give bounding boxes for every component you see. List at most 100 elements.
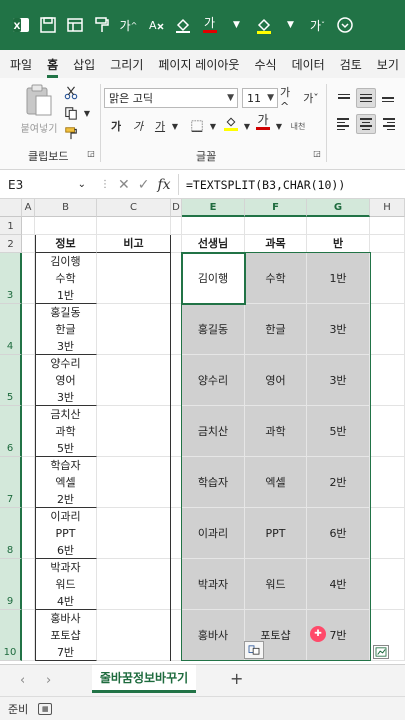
- cut-icon[interactable]: [62, 84, 80, 102]
- cell[interactable]: [22, 253, 35, 304]
- column-header-e[interactable]: E: [182, 199, 245, 217]
- cell[interactable]: [22, 235, 35, 253]
- cell[interactable]: [171, 355, 182, 406]
- cell[interactable]: [97, 217, 171, 235]
- tab-home[interactable]: 홈: [47, 52, 59, 78]
- header-cell-g[interactable]: 반: [307, 235, 370, 253]
- column-header-b[interactable]: B: [35, 199, 97, 217]
- spill-cell[interactable]: 김이행: [182, 253, 245, 304]
- cell[interactable]: [370, 304, 405, 355]
- insert-function-icon[interactable]: fx: [157, 177, 170, 193]
- cell[interactable]: [245, 217, 307, 235]
- cell[interactable]: [22, 508, 35, 559]
- format-cells-icon[interactable]: [62, 10, 87, 40]
- chevron-down-icon[interactable]: ▼: [278, 10, 303, 40]
- spill-cell[interactable]: 홍바사: [182, 610, 245, 661]
- align-middle-button[interactable]: [356, 88, 376, 108]
- spill-cell[interactable]: 1반: [307, 253, 370, 304]
- spill-cell[interactable]: 6반: [307, 508, 370, 559]
- spill-cell[interactable]: 이과리: [182, 508, 245, 559]
- cell[interactable]: [182, 217, 245, 235]
- sheet-tab-active[interactable]: 줄바꿈정보바꾸기: [92, 665, 196, 693]
- chevron-down-icon[interactable]: ▼: [204, 117, 222, 135]
- cell[interactable]: [171, 457, 182, 508]
- spill-cell[interactable]: 4반: [307, 559, 370, 610]
- tab-view[interactable]: 보기: [377, 52, 399, 77]
- cell[interactable]: [22, 217, 35, 235]
- next-sheet-icon[interactable]: ›: [46, 673, 51, 688]
- spill-cell[interactable]: PPT: [245, 508, 307, 559]
- row-header-6[interactable]: 6: [0, 406, 22, 457]
- font-color-icon[interactable]: 가: [197, 10, 222, 40]
- spill-cell[interactable]: 수학: [245, 253, 307, 304]
- column-header-c[interactable]: C: [97, 199, 171, 217]
- cell[interactable]: [370, 406, 405, 457]
- cancel-icon[interactable]: ✕: [118, 177, 130, 193]
- row-header-8[interactable]: 8: [0, 508, 22, 559]
- spill-cell[interactable]: 3반: [307, 304, 370, 355]
- row-header-9[interactable]: 9: [0, 559, 22, 610]
- cell[interactable]: [22, 304, 35, 355]
- select-all-corner[interactable]: [0, 199, 22, 217]
- dialog-launcher-icon[interactable]: ◲: [312, 148, 322, 158]
- tab-formulas[interactable]: 수식: [254, 52, 276, 77]
- cell[interactable]: [171, 559, 182, 610]
- grow-font-icon[interactable]: 가 ^: [116, 10, 141, 40]
- clear-format-icon[interactable]: A: [143, 10, 168, 40]
- spill-cell[interactable]: 학습자: [182, 457, 245, 508]
- format-painter-icon[interactable]: [62, 124, 80, 142]
- formula-input[interactable]: =TEXTSPLIT(B3,CHAR(10)): [186, 174, 345, 195]
- font-name-select[interactable]: 맑은 고딕 ▼: [104, 88, 238, 108]
- fill-color-icon[interactable]: [170, 10, 195, 40]
- cell[interactable]: [370, 217, 405, 235]
- worksheet-grid[interactable]: A B C D E F G H 1 2 3 4 5 6 7 8 9 10 정보 비고 선생님 과목 반 김이행 수학 1반 홍길…: [0, 199, 405, 664]
- cell[interactable]: [307, 217, 370, 235]
- cell[interactable]: [171, 610, 182, 661]
- tab-file[interactable]: 파일: [10, 52, 32, 77]
- row-header-5[interactable]: 5: [0, 355, 22, 406]
- header-cell-e[interactable]: 선생님: [182, 235, 245, 253]
- row-header-2[interactable]: 2: [0, 235, 22, 253]
- spill-cell[interactable]: 양수리: [182, 355, 245, 406]
- font-size-icon[interactable]: 가ˇ: [305, 10, 330, 40]
- cell[interactable]: [171, 217, 182, 235]
- spill-cell[interactable]: 2반: [307, 457, 370, 508]
- spill-cell[interactable]: 박과자: [182, 559, 245, 610]
- accessibility-icon[interactable]: ▦: [38, 702, 53, 715]
- spill-cell[interactable]: 5반: [307, 406, 370, 457]
- chevron-down-icon[interactable]: ▼: [224, 10, 249, 40]
- spill-cell[interactable]: 홍길동: [182, 304, 245, 355]
- save-icon[interactable]: [35, 10, 60, 40]
- cell[interactable]: [370, 559, 405, 610]
- cell[interactable]: [22, 406, 35, 457]
- align-left-button[interactable]: [334, 114, 354, 134]
- paste-button[interactable]: 붙여넣기: [14, 84, 64, 140]
- align-bottom-button[interactable]: [378, 88, 398, 108]
- paste-options-icon[interactable]: [244, 641, 264, 659]
- column-header-g[interactable]: G: [307, 199, 370, 217]
- highlight-color-icon[interactable]: [251, 10, 276, 40]
- phonetic-button[interactable]: 내천: [286, 116, 310, 136]
- row-header-3[interactable]: 3: [0, 253, 22, 304]
- align-center-button[interactable]: [356, 114, 376, 134]
- row-header-4[interactable]: 4: [0, 304, 22, 355]
- chevron-down-icon[interactable]: ▼: [166, 117, 184, 135]
- enter-icon[interactable]: ✓: [138, 177, 150, 193]
- row-header-1[interactable]: 1: [0, 217, 22, 235]
- row-header-10[interactable]: 10: [0, 610, 22, 661]
- tab-review[interactable]: 검토: [340, 52, 362, 77]
- tab-data[interactable]: 데이터: [292, 52, 325, 77]
- cell[interactable]: [171, 508, 182, 559]
- grow-font-button[interactable]: 가^: [280, 86, 298, 113]
- spill-cell[interactable]: 영어: [245, 355, 307, 406]
- cell[interactable]: [370, 235, 405, 253]
- cell[interactable]: [370, 457, 405, 508]
- more-icon[interactable]: [332, 10, 357, 40]
- align-top-button[interactable]: [334, 88, 354, 108]
- spill-cell[interactable]: 과학: [245, 406, 307, 457]
- header-cell-f[interactable]: 과목: [245, 235, 307, 253]
- italic-button[interactable]: 가: [130, 116, 146, 136]
- cell[interactable]: [22, 610, 35, 661]
- cell[interactable]: [35, 217, 97, 235]
- cell[interactable]: [171, 235, 182, 253]
